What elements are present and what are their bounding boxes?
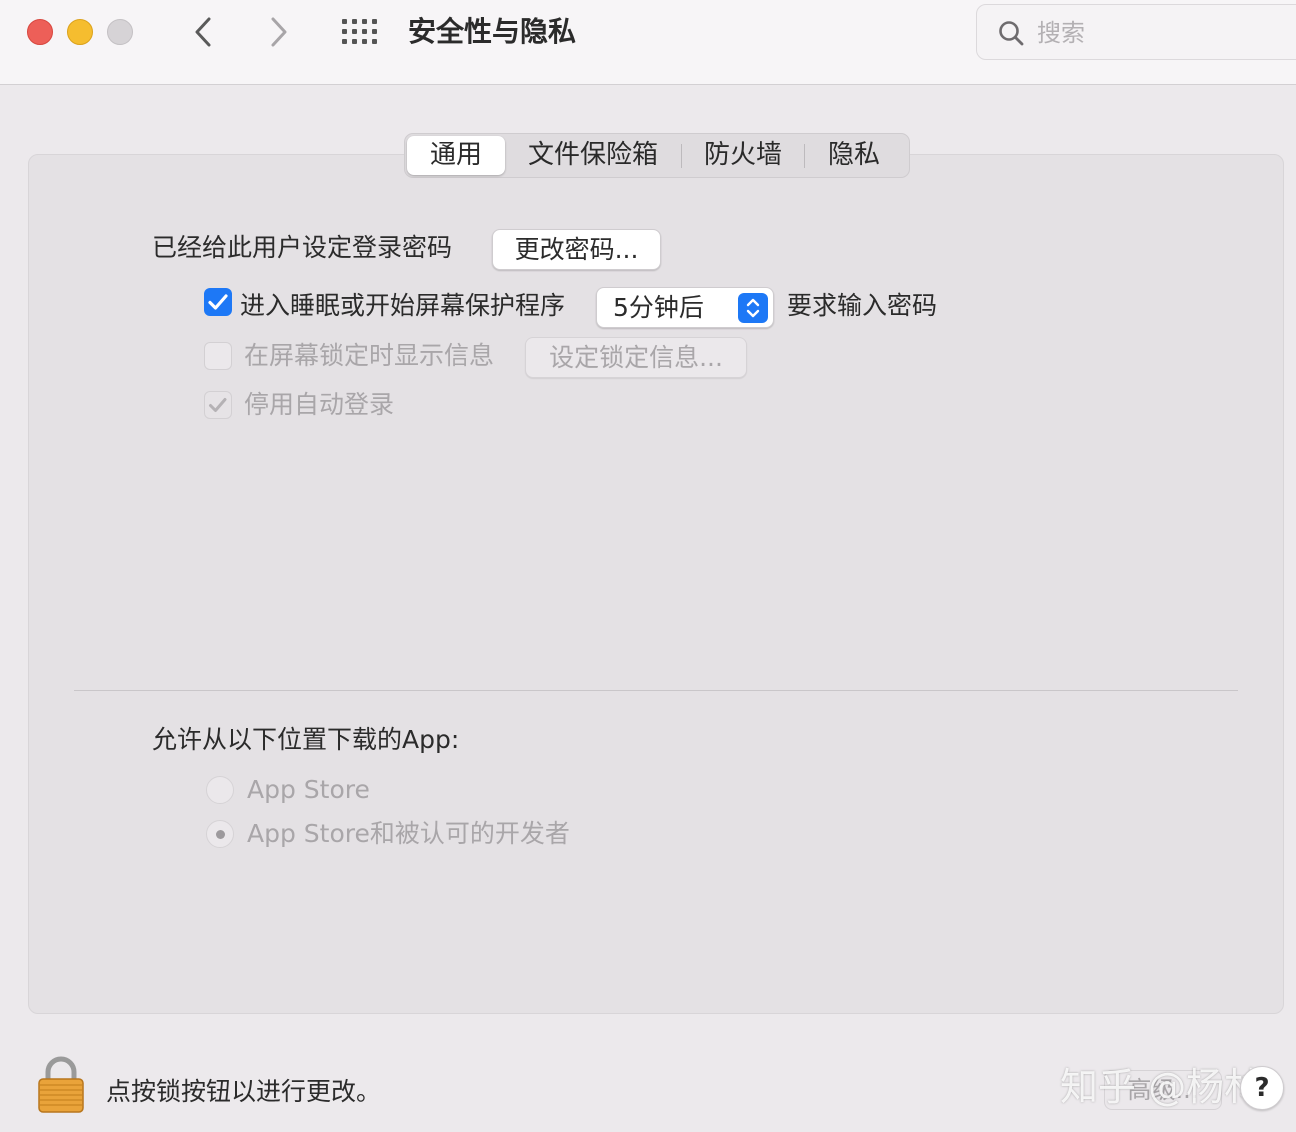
updown-chevron-icon [738,293,768,323]
chevron-right-icon [271,17,287,47]
checkmark-icon [209,398,227,412]
grid-icon [342,19,377,44]
window-title: 安全性与隐私 [408,15,577,48]
disable-auto-login-checkbox[interactable] [204,391,232,419]
radio-selected-dot [216,830,225,839]
forward-button[interactable] [263,14,293,50]
tab-general[interactable]: 通用 [407,136,505,175]
zoom-window-button [107,19,133,45]
radio-app-store[interactable] [206,776,234,804]
search-input[interactable] [1037,15,1287,51]
disable-auto-login-label: 停用自动登录 [244,390,395,419]
watermark: 知乎 @杨林 [1060,1065,1263,1109]
radio-app-store-and-developers[interactable] [206,820,234,848]
show-message-checkbox[interactable] [204,342,232,370]
lock-icon[interactable] [37,1054,85,1114]
require-password-suffix: 要求输入密码 [787,291,938,320]
require-password-checkbox[interactable] [204,288,232,316]
password-delay-value: 5分钟后 [613,293,704,322]
show-all-button[interactable] [339,16,381,48]
chevron-left-icon [195,17,211,47]
show-message-label: 在屏幕锁定时显示信息 [244,341,495,370]
downloads-label: 允许从以下位置下载的App: [152,725,460,754]
search-field[interactable] [976,4,1296,60]
tab-firewall[interactable]: 防火墙 [682,136,804,175]
radio-app-store-label: App Store [247,775,370,804]
tab-bar: 通用 文件保险箱 防火墙 隐私 [404,133,910,178]
close-window-button[interactable] [27,19,53,45]
password-delay-select[interactable]: 5分钟后 [596,287,774,328]
back-button[interactable] [189,14,219,50]
require-password-label: 进入睡眠或开始屏幕保护程序 [240,291,566,320]
password-set-label: 已经给此用户设定登录密码 [152,233,453,262]
change-password-button[interactable]: 更改密码... [492,229,661,270]
lock-instruction-text: 点按锁按钮以进行更改。 [106,1077,382,1106]
minimize-window-button[interactable] [67,19,93,45]
content-panel [28,154,1284,1014]
title-bar: 安全性与隐私 [0,0,1296,85]
section-divider [74,690,1238,691]
tab-privacy[interactable]: 隐私 [805,136,903,175]
search-icon [999,21,1024,46]
checkmark-icon [208,294,228,310]
tab-filevault[interactable]: 文件保险箱 [505,136,681,175]
set-lock-message-button[interactable]: 设定锁定信息... [525,337,747,378]
radio-app-store-and-developers-label: App Store和被认可的开发者 [247,819,570,848]
help-button[interactable]: ? [1240,1066,1284,1110]
